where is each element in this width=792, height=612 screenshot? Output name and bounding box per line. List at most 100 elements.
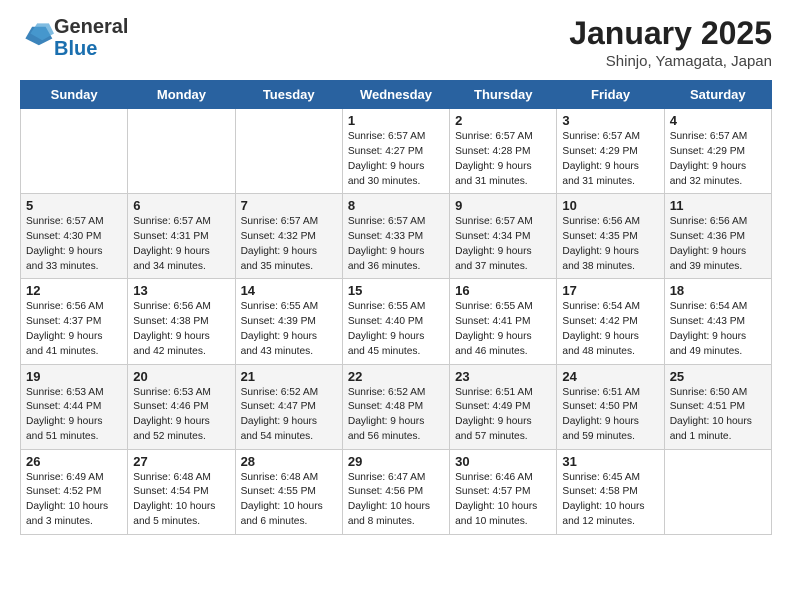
day-info: Sunrise: 6:53 AM Sunset: 4:44 PM Dayligh… bbox=[26, 386, 122, 445]
day-info: Sunrise: 6:57 AM Sunset: 4:27 PM Dayligh… bbox=[348, 130, 444, 189]
day-number: 14 bbox=[241, 283, 337, 298]
logo-icon bbox=[22, 20, 54, 52]
calendar-day-cell: 16Sunrise: 6:55 AM Sunset: 4:41 PM Dayli… bbox=[450, 279, 557, 364]
logo-general: General bbox=[54, 16, 128, 38]
calendar-day-cell bbox=[128, 109, 235, 194]
day-number: 29 bbox=[348, 454, 444, 469]
day-number: 28 bbox=[241, 454, 337, 469]
header: General Blue January 2025 Shinjo, Yamaga… bbox=[20, 16, 772, 70]
day-number: 11 bbox=[670, 198, 766, 213]
calendar-day-cell: 11 Sunrise: 6:56 AM Sunset: 4:36 PM Dayli… bbox=[664, 194, 771, 279]
day-number: 5 bbox=[26, 198, 122, 213]
calendar-day-cell: 6 Sunrise: 6:57 AM Sunset: 4:31 PM Daylig… bbox=[128, 194, 235, 279]
day-number: 23 bbox=[455, 369, 551, 384]
month-title: January 2025 bbox=[569, 16, 772, 51]
calendar-day-cell: 15Sunrise: 6:55 AM Sunset: 4:40 PM Dayli… bbox=[342, 279, 449, 364]
calendar-day-cell: 9Sunrise: 6:57 AM Sunset: 4:34 PM Daylig… bbox=[450, 194, 557, 279]
day-number: 27 bbox=[133, 454, 229, 469]
day-info: Sunrise: 6:57 AM Sunset: 4:30 PM Dayligh… bbox=[26, 215, 122, 274]
day-info: Sunrise: 6:51 AM Sunset: 4:50 PM Dayligh… bbox=[562, 386, 658, 445]
day-info: Sunrise: 6:56 AM Sunset: 4:36 PM Dayligh… bbox=[670, 215, 766, 274]
day-number: 20 bbox=[133, 369, 229, 384]
day-info: Sunrise: 6:55 AM Sunset: 4:39 PM Dayligh… bbox=[241, 300, 337, 359]
calendar-day-cell: 29Sunrise: 6:47 AM Sunset: 4:56 PM Dayli… bbox=[342, 449, 449, 534]
day-number: 30 bbox=[455, 454, 551, 469]
day-info: Sunrise: 6:51 AM Sunset: 4:49 PM Dayligh… bbox=[455, 386, 551, 445]
logo-blue: Blue bbox=[54, 38, 97, 60]
day-info: Sunrise: 6:55 AM Sunset: 4:41 PM Dayligh… bbox=[455, 300, 551, 359]
day-number: 7 bbox=[241, 198, 337, 213]
day-info: Sunrise: 6:56 AM Sunset: 4:35 PM Dayligh… bbox=[562, 215, 658, 274]
calendar-day-cell: 30 Sunrise: 6:46 AM Sunset: 4:57 PM Dayli… bbox=[450, 449, 557, 534]
day-number: 1 bbox=[348, 113, 444, 128]
calendar-day-cell: 2 Sunrise: 6:57 AM Sunset: 4:28 PM Daylig… bbox=[450, 109, 557, 194]
day-info: Sunrise: 6:46 AM Sunset: 4:57 PM Dayligh… bbox=[455, 471, 551, 530]
day-number: 2 bbox=[455, 113, 551, 128]
weekday-header-cell: Monday bbox=[128, 81, 235, 109]
day-number: 24 bbox=[562, 369, 658, 384]
day-number: 8 bbox=[348, 198, 444, 213]
calendar-day-cell: 31 Sunrise: 6:45 AM Sunset: 4:58 PM Dayli… bbox=[557, 449, 664, 534]
day-number: 19 bbox=[26, 369, 122, 384]
weekday-header-cell: Thursday bbox=[450, 81, 557, 109]
weekday-header-row: SundayMondayTuesdayWednesdayThursdayFrid… bbox=[21, 81, 772, 109]
calendar-week-row: 26 Sunrise: 6:49 AM Sunset: 4:52 PM Dayli… bbox=[21, 449, 772, 534]
calendar-day-cell: 21 Sunrise: 6:52 AM Sunset: 4:47 PM Dayli… bbox=[235, 364, 342, 449]
day-number: 26 bbox=[26, 454, 122, 469]
day-info: Sunrise: 6:52 AM Sunset: 4:47 PM Dayligh… bbox=[241, 386, 337, 445]
day-info: Sunrise: 6:45 AM Sunset: 4:58 PM Dayligh… bbox=[562, 471, 658, 530]
day-info: Sunrise: 6:55 AM Sunset: 4:40 PM Dayligh… bbox=[348, 300, 444, 359]
day-info: Sunrise: 6:54 AM Sunset: 4:42 PM Dayligh… bbox=[562, 300, 658, 359]
logo-text: General Blue bbox=[54, 16, 128, 60]
calendar-day-cell: 18Sunrise: 6:54 AM Sunset: 4:43 PM Dayli… bbox=[664, 279, 771, 364]
weekday-header-cell: Sunday bbox=[21, 81, 128, 109]
calendar-day-cell: 13 Sunrise: 6:56 AM Sunset: 4:38 PM Dayli… bbox=[128, 279, 235, 364]
calendar-day-cell bbox=[664, 449, 771, 534]
day-info: Sunrise: 6:57 AM Sunset: 4:31 PM Dayligh… bbox=[133, 215, 229, 274]
day-info: Sunrise: 6:57 AM Sunset: 4:32 PM Dayligh… bbox=[241, 215, 337, 274]
day-info: Sunrise: 6:56 AM Sunset: 4:38 PM Dayligh… bbox=[133, 300, 229, 359]
calendar-body: 1 Sunrise: 6:57 AM Sunset: 4:27 PM Daylig… bbox=[21, 109, 772, 535]
day-info: Sunrise: 6:57 AM Sunset: 4:34 PM Dayligh… bbox=[455, 215, 551, 274]
weekday-header-cell: Wednesday bbox=[342, 81, 449, 109]
day-number: 21 bbox=[241, 369, 337, 384]
calendar-day-cell: 8 Sunrise: 6:57 AM Sunset: 4:33 PM Daylig… bbox=[342, 194, 449, 279]
day-number: 4 bbox=[670, 113, 766, 128]
day-info: Sunrise: 6:49 AM Sunset: 4:52 PM Dayligh… bbox=[26, 471, 122, 530]
day-info: Sunrise: 6:57 AM Sunset: 4:29 PM Dayligh… bbox=[562, 130, 658, 189]
calendar-week-row: 1 Sunrise: 6:57 AM Sunset: 4:27 PM Daylig… bbox=[21, 109, 772, 194]
day-number: 10 bbox=[562, 198, 658, 213]
day-number: 18 bbox=[670, 283, 766, 298]
day-info: Sunrise: 6:57 AM Sunset: 4:33 PM Dayligh… bbox=[348, 215, 444, 274]
calendar-day-cell: 10 Sunrise: 6:56 AM Sunset: 4:35 PM Dayli… bbox=[557, 194, 664, 279]
day-number: 22 bbox=[348, 369, 444, 384]
day-info: Sunrise: 6:56 AM Sunset: 4:37 PM Dayligh… bbox=[26, 300, 122, 359]
calendar-day-cell: 12 Sunrise: 6:56 AM Sunset: 4:37 PM Dayli… bbox=[21, 279, 128, 364]
day-number: 13 bbox=[133, 283, 229, 298]
title-block: January 2025 Shinjo, Yamagata, Japan bbox=[569, 16, 772, 70]
day-number: 12 bbox=[26, 283, 122, 298]
day-info: Sunrise: 6:48 AM Sunset: 4:54 PM Dayligh… bbox=[133, 471, 229, 530]
day-info: Sunrise: 6:57 AM Sunset: 4:28 PM Dayligh… bbox=[455, 130, 551, 189]
calendar-day-cell: 5 Sunrise: 6:57 AM Sunset: 4:30 PM Daylig… bbox=[21, 194, 128, 279]
day-number: 17 bbox=[562, 283, 658, 298]
calendar-day-cell: 1 Sunrise: 6:57 AM Sunset: 4:27 PM Daylig… bbox=[342, 109, 449, 194]
day-number: 31 bbox=[562, 454, 658, 469]
day-number: 3 bbox=[562, 113, 658, 128]
day-info: Sunrise: 6:48 AM Sunset: 4:55 PM Dayligh… bbox=[241, 471, 337, 530]
calendar-day-cell: 17 Sunrise: 6:54 AM Sunset: 4:42 PM Dayli… bbox=[557, 279, 664, 364]
calendar-day-cell: 25 Sunrise: 6:50 AM Sunset: 4:51 PM Dayli… bbox=[664, 364, 771, 449]
calendar-day-cell: 4Sunrise: 6:57 AM Sunset: 4:29 PM Daylig… bbox=[664, 109, 771, 194]
weekday-header-cell: Saturday bbox=[664, 81, 771, 109]
calendar-day-cell: 23 Sunrise: 6:51 AM Sunset: 4:49 PM Dayli… bbox=[450, 364, 557, 449]
calendar-day-cell: 19 Sunrise: 6:53 AM Sunset: 4:44 PM Dayli… bbox=[21, 364, 128, 449]
day-info: Sunrise: 6:50 AM Sunset: 4:51 PM Dayligh… bbox=[670, 386, 766, 445]
day-number: 6 bbox=[133, 198, 229, 213]
calendar-day-cell: 3 Sunrise: 6:57 AM Sunset: 4:29 PM Daylig… bbox=[557, 109, 664, 194]
calendar-day-cell bbox=[235, 109, 342, 194]
calendar-week-row: 19 Sunrise: 6:53 AM Sunset: 4:44 PM Dayli… bbox=[21, 364, 772, 449]
weekday-header-cell: Tuesday bbox=[235, 81, 342, 109]
calendar-day-cell bbox=[21, 109, 128, 194]
calendar-day-cell: 14 Sunrise: 6:55 AM Sunset: 4:39 PM Dayli… bbox=[235, 279, 342, 364]
day-number: 25 bbox=[670, 369, 766, 384]
